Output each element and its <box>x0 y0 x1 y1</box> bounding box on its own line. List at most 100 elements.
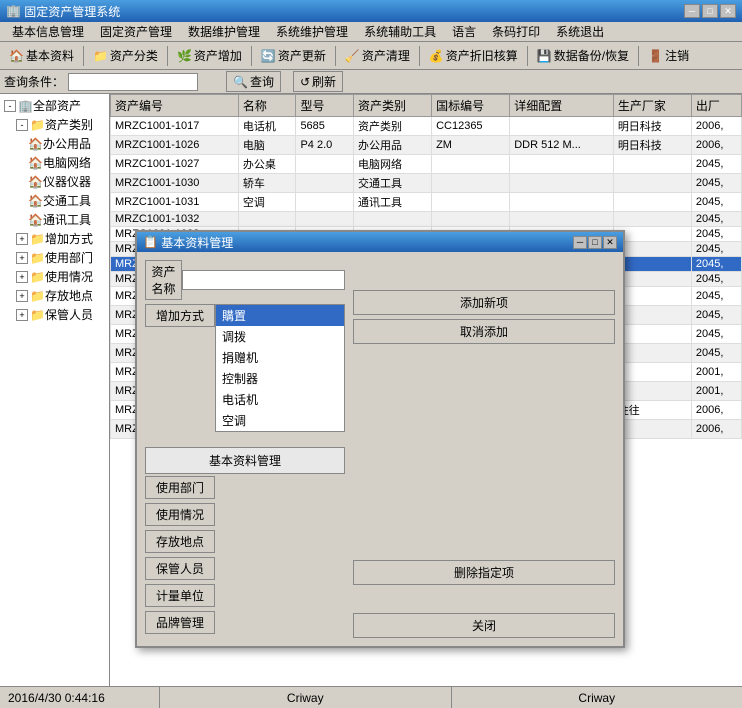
dialog-maximize[interactable]: □ <box>588 236 602 249</box>
dropdown-item-4[interactable]: 电话机 <box>216 389 344 410</box>
dropdown-item-2[interactable]: 捐赠机 <box>216 347 344 368</box>
home-icon: 🏠 <box>9 49 24 63</box>
tree-expand-manager[interactable]: + <box>16 309 28 321</box>
menu-data-maintenance[interactable]: 数据维护管理 <box>180 21 268 42</box>
tree-location-label: 存放地点 <box>45 287 93 304</box>
left-tree: - 🏢 全部资产 - 📁 资产类别 🏠 办公用品 🏠 电脑网络 🏠 <box>0 94 110 686</box>
tree-location[interactable]: + 📁 存放地点 <box>14 286 107 305</box>
asset-name-label[interactable]: 资产名称 <box>145 260 182 300</box>
form-row-add-method: 增加方式 購置 调拨 捐赠机 控制器 电话机 空调 <box>145 304 345 327</box>
close-button[interactable]: ✕ <box>720 4 736 18</box>
menu-barcode[interactable]: 条码打印 <box>484 21 548 42</box>
tree-expand-category[interactable]: - <box>16 119 28 131</box>
toolbar-logout[interactable]: 🚪 注销 <box>643 44 694 67</box>
toolbar-asset-clean[interactable]: 🧹 资产清理 <box>340 44 415 67</box>
toolbar-depreciation[interactable]: 💰 资产折旧核算 <box>424 44 523 67</box>
menu-system-tools[interactable]: 系统辅助工具 <box>356 21 444 42</box>
asset-name-input[interactable] <box>182 270 345 290</box>
header-date: 出厂 <box>691 95 741 117</box>
menu-language[interactable]: 语言 <box>444 21 484 42</box>
backup-icon: 💾 <box>537 49 552 63</box>
dialog-minimize[interactable]: ─ <box>573 236 587 249</box>
table-row[interactable]: MRZC1001-1027办公桌电脑网络2045, <box>111 155 742 174</box>
tree-usage-label: 使用情况 <box>45 268 93 285</box>
toolbar: 🏠 基本资料 📁 资产分类 🌿 资产增加 🔄 资产更新 🧹 资产清理 💰 资产折… <box>0 42 742 70</box>
tree-asset-category[interactable]: - 📁 资产类别 <box>14 115 107 134</box>
add-method-label[interactable]: 增加方式 <box>145 304 215 327</box>
tree-transport[interactable]: 🏠 交通工具 <box>26 191 107 210</box>
table-cell <box>613 257 691 272</box>
delete-item-button[interactable]: 删除指定项 <box>353 560 615 585</box>
table-cell <box>613 174 691 193</box>
tree-computer-network[interactable]: 🏠 电脑网络 <box>26 153 107 172</box>
maximize-button[interactable]: □ <box>702 4 718 18</box>
brand-label[interactable]: 品牌管理 <box>145 611 215 634</box>
menu-fixed-assets[interactable]: 固定资产管理 <box>92 21 180 42</box>
tree-expand-dept[interactable]: + <box>16 252 28 264</box>
tree-usage[interactable]: + 📁 使用情况 <box>14 267 107 286</box>
table-cell <box>613 306 691 325</box>
table-cell <box>510 193 614 212</box>
tree-expand-addmethod[interactable]: + <box>16 233 28 245</box>
dept-label[interactable]: 使用部门 <box>145 476 215 499</box>
dialog-close[interactable]: ✕ <box>603 236 617 249</box>
location-label[interactable]: 存放地点 <box>145 530 215 553</box>
table-cell <box>353 212 431 227</box>
query-button[interactable]: 🔍 查询 <box>226 71 281 92</box>
tree-office-supplies[interactable]: 🏠 办公用品 <box>26 134 107 153</box>
toolbar-asset-update[interactable]: 🔄 资产更新 <box>256 44 331 67</box>
dialog-icon: 📋 <box>143 235 161 249</box>
table-row[interactable]: MRZC1001-1017电话机5685资产类别CC12365明日科技2006, <box>111 117 742 136</box>
menu-exit[interactable]: 系统退出 <box>548 21 612 42</box>
logout-icon: 🚪 <box>648 49 663 63</box>
tree-leaf-icon-2: 🏠 <box>28 156 43 170</box>
refresh-button[interactable]: ↺ 刷新 <box>293 71 343 92</box>
add-new-button[interactable]: 添加新项 <box>353 290 615 315</box>
unit-label[interactable]: 计量单位 <box>145 584 215 607</box>
dropdown-item-3[interactable]: 控制器 <box>216 368 344 389</box>
toolbar-asset-add[interactable]: 🌿 资产增加 <box>172 44 247 67</box>
table-row[interactable]: MRZC1001-1030轿车交通工具2045, <box>111 174 742 193</box>
tree-comm-tools[interactable]: 🏠 通讯工具 <box>26 210 107 229</box>
cancel-add-button[interactable]: 取消添加 <box>353 319 615 344</box>
minimize-button[interactable]: ─ <box>684 4 700 18</box>
tree-usage-icon: 📁 <box>30 270 45 284</box>
usage-label[interactable]: 使用情况 <box>145 503 215 526</box>
tree-manager[interactable]: + 📁 保管人员 <box>14 305 107 324</box>
menu-basic-info[interactable]: 基本信息管理 <box>4 21 92 42</box>
search-input[interactable] <box>68 73 198 91</box>
table-cell <box>613 242 691 257</box>
tree-expand-root[interactable]: - <box>4 100 16 112</box>
toolbar-backup[interactable]: 💾 数据备份/恢复 <box>532 44 634 67</box>
dropdown-item-0[interactable]: 購置 <box>216 305 344 326</box>
basic-data-dialog[interactable]: 📋 基本资料管理 ─ □ ✕ 资产名称 增加方式 <box>135 230 625 648</box>
tree-label-comm: 通讯工具 <box>43 211 91 228</box>
menu-system-maintenance[interactable]: 系统维护管理 <box>268 21 356 42</box>
table-cell: 2006, <box>691 117 741 136</box>
table-cell: 2045, <box>691 193 741 212</box>
table-cell: 电脑 <box>238 136 296 155</box>
close-button[interactable]: 关闭 <box>353 613 615 638</box>
dropdown-item-1[interactable]: 调拨 <box>216 326 344 347</box>
tree-root[interactable]: - 🏢 全部资产 <box>2 96 107 115</box>
table-cell <box>432 212 510 227</box>
toolbar-asset-category[interactable]: 📁 资产分类 <box>88 44 163 67</box>
tree-expand-usage[interactable]: + <box>16 271 28 283</box>
separator-6 <box>527 46 528 66</box>
toolbar-basic-data[interactable]: 🏠 基本资料 <box>4 44 79 67</box>
table-row[interactable]: MRZC1001-10322045, <box>111 212 742 227</box>
tree-dept[interactable]: + 📁 使用部门 <box>14 248 107 267</box>
tree-expand-location[interactable]: + <box>16 290 28 302</box>
table-cell <box>613 382 691 401</box>
dropdown-item-5[interactable]: 空调 <box>216 410 344 431</box>
tree-add-method[interactable]: + 📁 增加方式 <box>14 229 107 248</box>
tree-instruments[interactable]: 🏠 仪器仪器 <box>26 172 107 191</box>
form-row-brand: 品牌管理 <box>145 611 345 634</box>
table-cell <box>510 117 614 136</box>
tree-indent-level1: - 📁 资产类别 🏠 办公用品 🏠 电脑网络 🏠 仪器仪器 🏠 <box>14 115 107 324</box>
dropdown-list: 購置 调拨 捐赠机 控制器 电话机 空调 <box>215 304 345 432</box>
manager-label[interactable]: 保管人员 <box>145 557 215 580</box>
table-row[interactable]: MRZC1001-1031空调通讯工具2045, <box>111 193 742 212</box>
table-row[interactable]: MRZC1001-1026电脑P4 2.0办公用品ZMDDR 512 M...明… <box>111 136 742 155</box>
table-cell <box>613 212 691 227</box>
